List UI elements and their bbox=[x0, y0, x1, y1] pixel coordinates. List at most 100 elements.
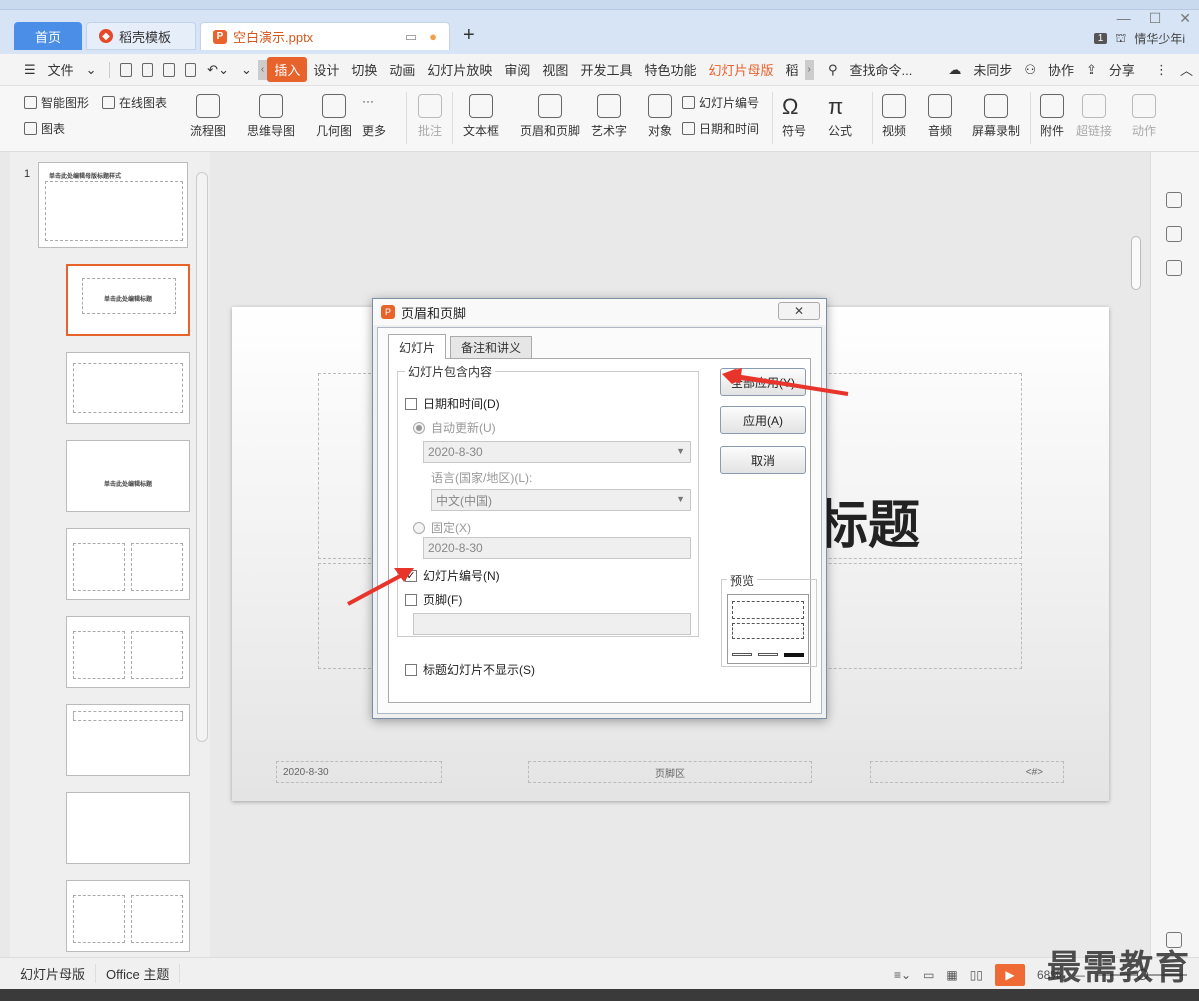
smart-shape-button[interactable]: 智能图形 bbox=[24, 94, 89, 111]
auto-update-radio[interactable]: 自动更新(U) bbox=[413, 419, 496, 436]
chart-button[interactable]: 图表 bbox=[24, 120, 65, 137]
menu-file[interactable]: 文件 bbox=[42, 60, 80, 79]
apply-button[interactable]: 应用(A) bbox=[720, 406, 806, 434]
layout-thumbnail-title[interactable]: 单击此处编辑标题 bbox=[66, 264, 190, 336]
layout-thumbnail[interactable] bbox=[66, 880, 190, 952]
geometry-button[interactable]: 几何图 bbox=[316, 94, 352, 139]
mindmap-button[interactable]: 思维导图 bbox=[247, 94, 295, 139]
search-icon[interactable]: ⚲ bbox=[822, 62, 844, 78]
notes-icon[interactable]: ≡⌄ bbox=[894, 968, 911, 982]
settings-icon[interactable] bbox=[1166, 192, 1182, 208]
close-icon[interactable]: ✕ bbox=[1179, 10, 1191, 27]
language-select[interactable]: 中文(中国) ▼ bbox=[431, 489, 691, 511]
play-icon[interactable]: ▶ bbox=[994, 964, 1025, 986]
audio-button[interactable]: 音频 bbox=[928, 94, 952, 139]
no-title-slide-checkbox[interactable]: 标题幻灯片不显示(S) bbox=[405, 661, 535, 678]
menu-features[interactable]: 特色功能 bbox=[638, 60, 702, 79]
user-name[interactable]: 情华少年i bbox=[1134, 30, 1185, 47]
cancel-button[interactable]: 取消 bbox=[720, 446, 806, 474]
screen-record-button[interactable]: 屏幕录制 bbox=[972, 94, 1020, 139]
slide-number-placeholder[interactable]: <#> bbox=[870, 761, 1064, 783]
layout-thumbnail[interactable]: 单击此处编辑标题 bbox=[66, 440, 190, 512]
footer-placeholder[interactable]: 页脚区 bbox=[528, 761, 812, 783]
thumbnail-scrollbar[interactable] bbox=[196, 172, 208, 742]
auto-date-select[interactable]: 2020-8-30 ▼ bbox=[423, 441, 691, 463]
magic-icon[interactable] bbox=[1166, 226, 1182, 242]
textbox-button[interactable]: 文本框 bbox=[463, 94, 499, 139]
scroll-right-icon[interactable]: › bbox=[804, 59, 814, 80]
undo-icon[interactable]: ↶⌄ bbox=[201, 62, 235, 78]
fixed-radio[interactable]: 固定(X) bbox=[413, 519, 471, 536]
chevron-down-icon[interactable]: ⌄ bbox=[80, 62, 103, 78]
apply-all-button[interactable]: 全部应用(Y) bbox=[720, 368, 806, 396]
formula-button[interactable]: π 公式 bbox=[828, 94, 852, 139]
tab-document[interactable]: P 空白演示.pptx ▭ ● bbox=[200, 22, 450, 50]
fixed-date-input[interactable]: 2020-8-30 bbox=[423, 537, 691, 559]
dialog-close-button[interactable]: ✕ bbox=[778, 302, 820, 320]
footer-text-input[interactable] bbox=[413, 613, 691, 635]
tab-template[interactable]: ◆ 稻壳模板 bbox=[86, 22, 196, 50]
collab-button[interactable]: 协作 bbox=[1042, 60, 1080, 79]
menu-view[interactable]: 视图 bbox=[536, 60, 574, 79]
master-thumbnail[interactable]: 单击此处编辑母版标题样式 bbox=[38, 162, 188, 248]
monitor-icon[interactable]: ▭ bbox=[405, 29, 417, 45]
share-button[interactable]: 分享 bbox=[1103, 60, 1141, 79]
sync-status[interactable]: 未同步 bbox=[967, 60, 1018, 79]
layout-thumbnail[interactable] bbox=[66, 528, 190, 600]
new-tab-button[interactable]: + bbox=[463, 24, 475, 47]
minimize-icon[interactable]: — bbox=[1117, 10, 1131, 27]
comment-button[interactable]: 批注 bbox=[418, 94, 442, 139]
sorter-view-icon[interactable]: ▦ bbox=[946, 968, 957, 982]
menu-design[interactable]: 设计 bbox=[307, 60, 345, 79]
tab-slide[interactable]: 幻灯片 bbox=[388, 334, 447, 359]
slide-number-checkbox[interactable]: ✓ 幻灯片编号(N) bbox=[405, 567, 500, 584]
more-options-icon[interactable]: ⋮ bbox=[1149, 62, 1174, 78]
footer-checkbox[interactable]: 页脚(F) bbox=[405, 591, 462, 608]
layout-thumbnail[interactable] bbox=[66, 792, 190, 864]
print-icon[interactable] bbox=[163, 62, 175, 77]
layout-thumbnail[interactable] bbox=[66, 704, 190, 776]
online-chart-button[interactable]: 在线图表 bbox=[102, 94, 167, 111]
canvas-scrollbar[interactable] bbox=[1130, 158, 1142, 938]
reading-view-icon[interactable]: ▯▯ bbox=[970, 968, 983, 982]
preview-icon[interactable] bbox=[184, 62, 197, 77]
menu-insert[interactable]: 插入 bbox=[267, 57, 308, 82]
menu-slide-master[interactable]: 幻灯片母版 bbox=[702, 60, 779, 79]
layout-thumbnail[interactable] bbox=[66, 616, 190, 688]
date-placeholder[interactable]: 2020-8-30 bbox=[276, 761, 442, 783]
hamburger-icon[interactable]: ☰ bbox=[18, 62, 42, 78]
scrollbar-thumb[interactable] bbox=[1131, 236, 1141, 290]
normal-view-icon[interactable]: ▭ bbox=[923, 968, 934, 982]
datetime-button[interactable]: 日期和时间 bbox=[682, 120, 759, 137]
menu-slideshow[interactable]: 幻灯片放映 bbox=[421, 60, 498, 79]
video-button[interactable]: 视频 bbox=[882, 94, 906, 139]
object-button[interactable]: 对象 bbox=[648, 94, 672, 139]
datetime-checkbox[interactable]: 日期和时间(D) bbox=[405, 395, 500, 412]
layout-thumbnail[interactable] bbox=[66, 352, 190, 424]
wordart-button[interactable]: 艺术字 bbox=[591, 94, 627, 139]
more-button[interactable]: ··· 更多 bbox=[362, 94, 386, 139]
export-icon[interactable] bbox=[141, 62, 154, 77]
slide-number-button[interactable]: 幻灯片编号 bbox=[682, 94, 759, 111]
theme-label[interactable]: Office 主题 bbox=[96, 964, 181, 983]
header-footer-button[interactable]: 页眉和页脚 bbox=[520, 94, 580, 139]
save-icon[interactable] bbox=[120, 62, 132, 77]
menu-review[interactable]: 审阅 bbox=[498, 60, 536, 79]
menu-transition[interactable]: 切换 bbox=[345, 60, 383, 79]
menu-docer[interactable]: 稻 bbox=[779, 60, 804, 79]
maximize-icon[interactable]: ☐ bbox=[1149, 10, 1162, 27]
search-command[interactable]: 查找命令... bbox=[843, 60, 918, 79]
attachment-button[interactable]: 附件 bbox=[1040, 94, 1064, 139]
user-icon[interactable]: ⛫ bbox=[1115, 31, 1126, 47]
tab-home[interactable]: 首页 bbox=[14, 22, 82, 50]
symbol-button[interactable]: Ω 符号 bbox=[782, 94, 806, 139]
tab-notes-handouts[interactable]: 备注和讲义 bbox=[450, 336, 533, 358]
menu-developer[interactable]: 开发工具 bbox=[574, 60, 638, 79]
hyperlink-button[interactable]: 超链接 bbox=[1076, 94, 1112, 139]
action-button[interactable]: 动作 bbox=[1132, 94, 1156, 139]
copy-icon[interactable] bbox=[1166, 260, 1182, 276]
flowchart-button[interactable]: 流程图 bbox=[190, 94, 226, 139]
dialog-titlebar[interactable]: P 页眉和页脚 ✕ bbox=[373, 299, 826, 325]
redo-icon[interactable]: ⌄ bbox=[235, 62, 258, 78]
collapse-ribbon-icon[interactable]: ︿ bbox=[1174, 60, 1199, 79]
